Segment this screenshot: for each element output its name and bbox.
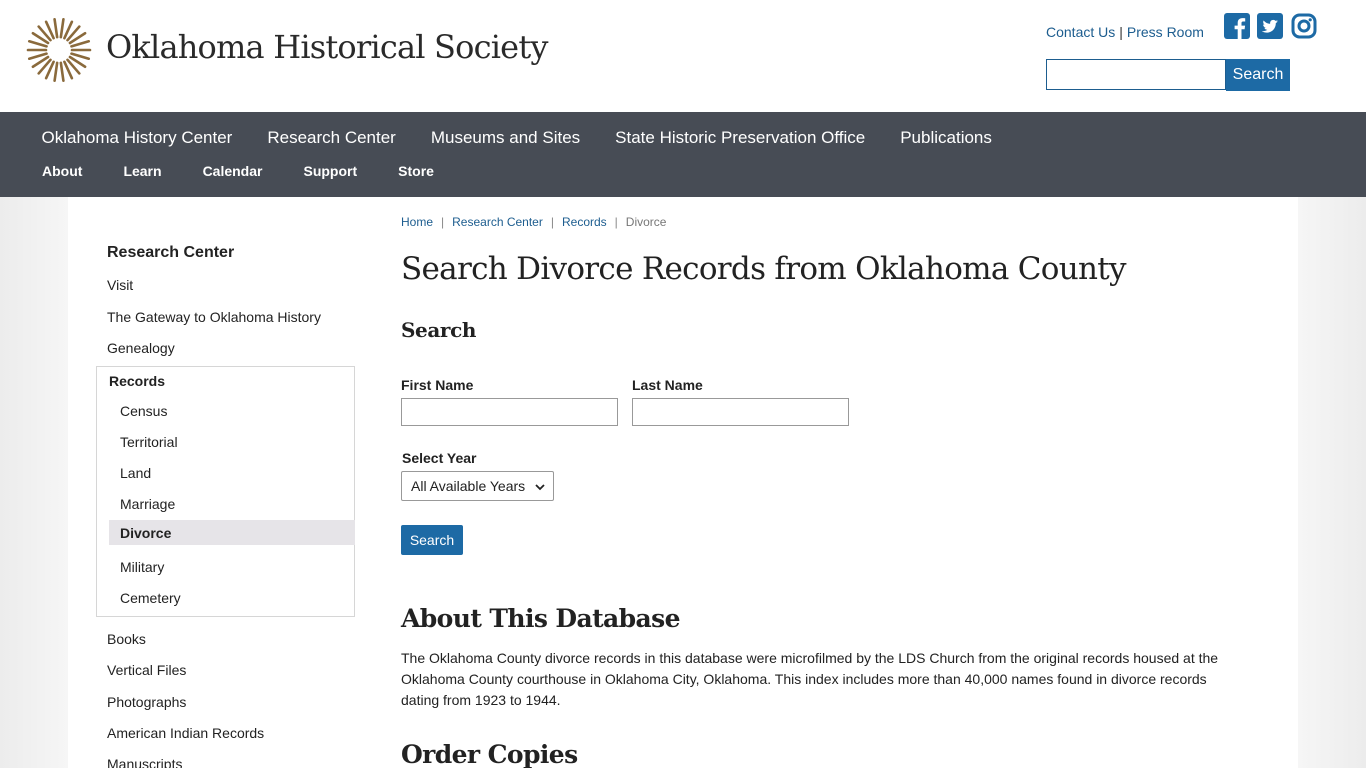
sidebar-subitem-cemetery[interactable]: Cemetery [120, 590, 181, 606]
sidebar-subitem-census[interactable]: Census [120, 403, 167, 419]
nav-support[interactable]: Support [285, 163, 380, 179]
press-room-link[interactable]: Press Room [1127, 24, 1204, 40]
logo-ray [70, 39, 91, 48]
breadcrumb: Home | Research Center | Records | Divorce [401, 215, 666, 229]
facebook-icon[interactable] [1224, 13, 1250, 39]
nav-about[interactable]: About [24, 163, 105, 179]
logo-ray [53, 61, 59, 82]
sidebar-item-genealogy[interactable]: Genealogy [107, 340, 175, 356]
nav-oklahoma-history-center[interactable]: Oklahoma History Center [24, 128, 250, 148]
logo-ray [53, 18, 59, 39]
year-select[interactable]: All Available Years [401, 471, 554, 501]
page-title: Search Divorce Records from Oklahoma Cou… [401, 251, 1127, 287]
about-database-heading: About This Database [401, 604, 681, 633]
twitter-icon[interactable] [1257, 13, 1283, 39]
sidebar-subitem-divorce-active[interactable]: Divorce [109, 520, 355, 545]
secondary-nav: About Learn Calendar Support Store [24, 163, 457, 179]
last-name-input[interactable] [632, 398, 849, 426]
sidebar-title[interactable]: Research Center [107, 244, 234, 262]
sidebar-subitem-military[interactable]: Military [120, 559, 164, 575]
sidebar-subitem-marriage[interactable]: Marriage [120, 496, 175, 512]
nav-store[interactable]: Store [380, 163, 457, 179]
breadcrumb-separator: | [614, 215, 618, 229]
sidebar-item-american-indian-records[interactable]: American Indian Records [107, 725, 264, 741]
main-navigation: Oklahoma History Center Research Center … [0, 112, 1366, 197]
search-heading: Search [401, 318, 476, 342]
site-search-input[interactable] [1046, 59, 1226, 90]
logo-ray [70, 52, 91, 61]
sidebar-item-manuscripts[interactable]: Manuscripts [107, 756, 182, 768]
chevron-down-icon [535, 484, 545, 491]
site-header: Oklahoma Historical Society Contact Us | P… [0, 0, 1366, 112]
sidebar-records-group: Records Census Territorial Land Marriage… [96, 366, 355, 617]
sidebar-subitem-territorial[interactable]: Territorial [120, 434, 178, 450]
breadcrumb-separator: | [441, 215, 445, 229]
search-records-button[interactable]: Search [401, 525, 463, 555]
site-search-button[interactable]: Search [1226, 59, 1290, 91]
logo-ray [59, 18, 65, 39]
first-name-input[interactable] [401, 398, 618, 426]
breadcrumb-records[interactable]: Records [562, 215, 607, 229]
nav-state-historic-preservation-office[interactable]: State Historic Preservation Office [598, 128, 883, 148]
utility-separator: | [1119, 24, 1123, 40]
breadcrumb-research-center[interactable]: Research Center [452, 215, 543, 229]
logo-ray [27, 39, 48, 48]
breadcrumb-home[interactable]: Home [401, 215, 433, 229]
sidebar-subitem-divorce-label: Divorce [120, 525, 172, 541]
sidebar-item-photographs[interactable]: Photographs [107, 694, 186, 710]
nav-research-center[interactable]: Research Center [250, 128, 414, 148]
utility-links: Contact Us | Press Room [1046, 24, 1204, 40]
logo-ray [59, 61, 65, 82]
logo-ray [27, 52, 48, 61]
breadcrumb-current: Divorce [625, 215, 667, 229]
nav-learn[interactable]: Learn [105, 163, 184, 179]
sidebar-subitem-land[interactable]: Land [120, 465, 151, 481]
sidebar-item-books[interactable]: Books [107, 631, 146, 647]
sidebar-item-gateway[interactable]: The Gateway to Oklahoma History [107, 309, 321, 325]
sidebar-item-visit[interactable]: Visit [107, 277, 133, 293]
contact-us-link[interactable]: Contact Us [1046, 24, 1115, 40]
about-database-text: The Oklahoma County divorce records in t… [401, 650, 1219, 708]
nav-publications[interactable]: Publications [883, 128, 1010, 148]
last-name-label: Last Name [632, 377, 703, 393]
site-name[interactable]: Oklahoma Historical Society [106, 28, 548, 66]
ohs-sunburst-logo-icon[interactable] [26, 17, 92, 83]
primary-nav: Oklahoma History Center Research Center … [24, 128, 1009, 148]
nav-museums-and-sites[interactable]: Museums and Sites [413, 128, 597, 148]
sidebar-item-vertical-files[interactable]: Vertical Files [107, 662, 186, 678]
year-select-value: All Available Years [411, 478, 526, 494]
select-year-label: Select Year [402, 450, 477, 466]
first-name-label: First Name [401, 377, 474, 393]
sidebar-item-records[interactable]: Records [109, 373, 165, 389]
order-copies-heading: Order Copies [401, 740, 578, 768]
breadcrumb-separator: | [550, 215, 554, 229]
instagram-icon[interactable] [1291, 13, 1317, 39]
nav-calendar[interactable]: Calendar [185, 163, 286, 179]
